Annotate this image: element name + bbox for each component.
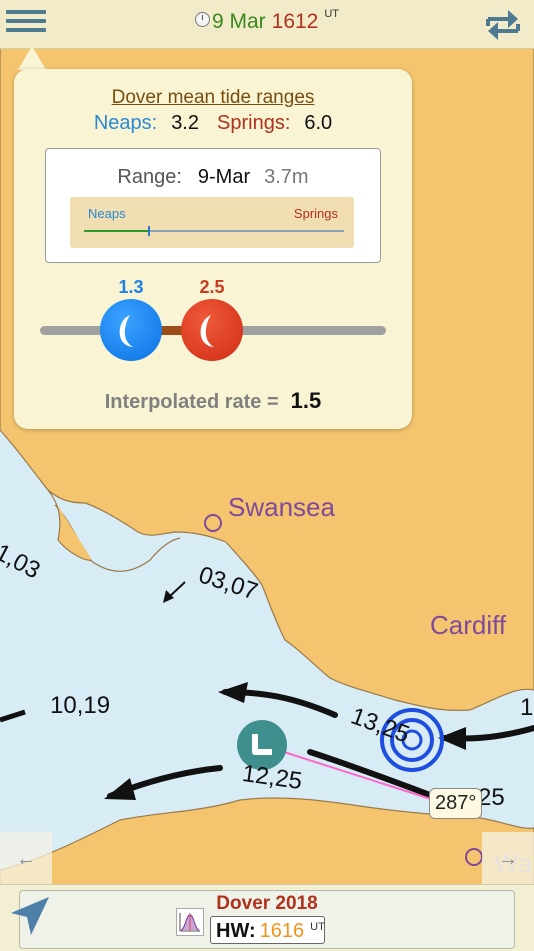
mean-ranges: Neaps: 3.2 Springs: 6.0 (14, 112, 412, 135)
place-swansea: Swansea (228, 492, 335, 522)
hw-label: HW: (216, 920, 256, 942)
popover-title: Dover mean tide ranges (111, 87, 315, 108)
springs-label: Springs: (217, 112, 291, 134)
station-name: Dover 2018 (216, 893, 318, 914)
header-time: 1612 (271, 10, 319, 33)
header-tz: UT (324, 8, 340, 20)
interp-label: Interpolated rate = (104, 391, 279, 413)
top-bar: 9 Mar 1612 UT (0, 0, 534, 49)
neaps-rate-knob[interactable] (100, 299, 162, 361)
range-label: Range: (117, 166, 182, 188)
neaps-value: 3.2 (171, 112, 199, 134)
header-date: 9 Mar (211, 10, 266, 33)
moon-crescent-icon (200, 315, 214, 347)
hw-tz: UT (310, 921, 325, 933)
swap-arrows-icon[interactable] (484, 6, 522, 42)
range-date: 9-Mar (197, 166, 251, 188)
next-button[interactable]: → (482, 832, 534, 886)
tide-range-popover: Dover mean tide ranges Neaps: 3.2 Springs:… (14, 69, 412, 429)
range-line: Range: 9-Mar 3.7m (46, 166, 380, 189)
strip-fill (84, 230, 149, 232)
place-cardiff: Cardiff (430, 610, 507, 640)
neaps-label: Neaps: (93, 112, 158, 134)
date-time-display[interactable]: 9 Mar 1612 UT (0, 8, 534, 34)
interp-value: 1.5 (290, 388, 322, 413)
strip-marker (148, 226, 150, 236)
bearing-label: 287° (429, 788, 483, 819)
strip-neaps-label: Neaps (88, 206, 126, 221)
hw-time: 1616 (259, 920, 305, 942)
moon-crescent-icon (119, 315, 133, 347)
prev-button[interactable]: ← (0, 832, 52, 886)
popover-arrow (18, 46, 46, 70)
range-value: 3.7m (264, 166, 309, 188)
neaps-springs-strip: Neaps Springs (70, 197, 354, 248)
springs-value: 6.0 (304, 112, 333, 134)
strip-springs-label: Springs (293, 206, 338, 221)
neaps-rate-value: 1.3 (118, 277, 144, 297)
tide-label-3: 10,19 (50, 692, 111, 719)
interpolated-rate: Interpolated rate = 1.5 (14, 388, 412, 414)
range-box: Range: 9-Mar 3.7m Neaps Springs (45, 148, 381, 263)
high-water-box: HW: 1616 UT (210, 916, 325, 944)
springs-rate-knob[interactable] (181, 299, 243, 361)
clock-icon (194, 12, 210, 27)
tide-label-7: 1 (520, 694, 534, 721)
tide-chart-icon[interactable] (176, 908, 204, 936)
bottom-bar: Dover 2018 HW: 1616 UT (0, 884, 534, 951)
strip-track (84, 226, 344, 236)
springs-rate-value: 2.5 (199, 277, 225, 297)
